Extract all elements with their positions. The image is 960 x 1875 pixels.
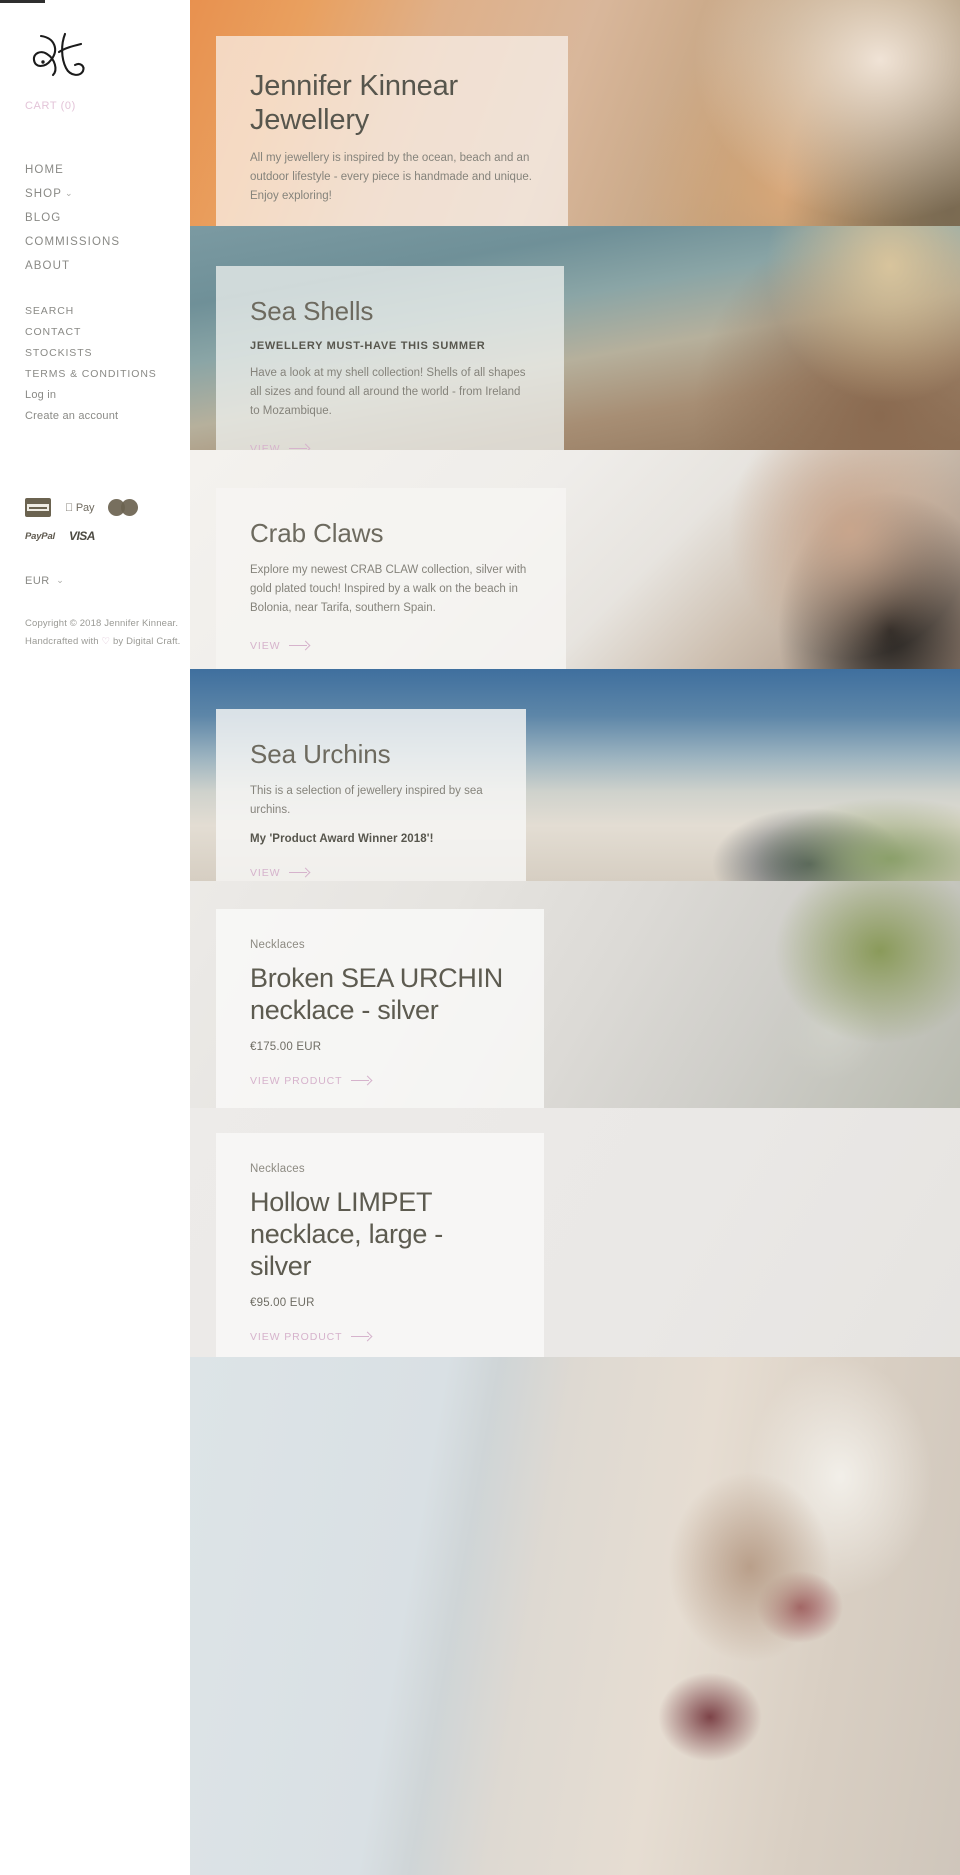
arrow-right-icon <box>289 641 309 650</box>
chevron-down-icon: ⌄ <box>65 188 74 198</box>
page-title: Jennifer Kinnear Jewellery <box>250 70 458 136</box>
primary-navigation: HOME SHOP ⌄ BLOG COMMISSIONS ABOUT <box>25 158 190 278</box>
secondary-navigation: SEARCH CONTACT STOCKISTS TERMS & CONDITI… <box>25 300 190 426</box>
copyright-line-1: Copyright © 2018 Jennifer Kinnear. <box>25 618 179 629</box>
chevron-down-icon: ⌄ <box>56 575 65 585</box>
page-root: CART (0) HOME SHOP ⌄ BLOG COMMISSIONS ABO… <box>0 0 960 1875</box>
product-2-card: Necklaces Hollow LIMPET necklace, large … <box>216 1133 544 1357</box>
currency-value: EUR <box>25 575 50 587</box>
paypal-icon: PayPal <box>25 527 55 545</box>
jennifer-kinnear-monogram-logo[interactable] <box>25 30 95 82</box>
sea-urchins-block[interactable]: Sea Urchins This is a selection of jewel… <box>190 669 960 881</box>
credit-suffix: by Digital Craft. <box>112 635 181 647</box>
sidebar-item-about[interactable]: ABOUT <box>25 254 190 278</box>
product-2-price: €95.00 EUR <box>250 1296 315 1309</box>
crab-claws-view-link[interactable]: VIEW <box>250 640 309 652</box>
mastercard-icon <box>108 498 139 517</box>
sea-urchins-view-link[interactable]: VIEW <box>250 867 309 879</box>
payment-methods:  Pay PayPal VISA <box>25 498 175 545</box>
sidebar-item-contact[interactable]: CONTACT <box>25 321 190 342</box>
product-1-view-link[interactable]: VIEW PRODUCT <box>250 1075 371 1087</box>
crab-claws-title: Crab Claws <box>250 518 384 548</box>
arrow-right-icon <box>351 1076 371 1085</box>
sidebar-item-home[interactable]: HOME <box>25 158 190 182</box>
product-2-view-link[interactable]: VIEW PRODUCT <box>250 1331 371 1343</box>
product-block-broken-sea-urchin[interactable]: Necklaces Broken SEA URCHIN necklace - s… <box>190 881 960 1108</box>
product-2-title: Hollow LIMPET necklace, large - silver <box>250 1187 443 1281</box>
arrow-right-icon <box>289 868 309 877</box>
sea-urchins-card: Sea Urchins This is a selection of jewel… <box>216 709 526 881</box>
product-1-title: Broken SEA URCHIN necklace - silver <box>250 963 503 1025</box>
sidebar-item-create-account[interactable]: Create an account <box>25 405 190 426</box>
product-1-price: €175.00 EUR <box>250 1040 322 1053</box>
sidebar-item-terms[interactable]: TERMS & CONDITIONS <box>25 363 190 384</box>
hero-description: All my jewellery is inspired by the ocea… <box>250 152 532 203</box>
crab-claws-description: Explore my newest CRAB CLAW collection, … <box>250 563 527 614</box>
sea-shells-title: Sea Shells <box>250 296 374 326</box>
currency-selector[interactable]: EUR ⌄ <box>25 575 64 587</box>
sidebar-item-commissions[interactable]: COMMISSIONS <box>25 230 190 254</box>
sidebar-item-blog[interactable]: BLOG <box>25 206 190 230</box>
crab-claws-card: Crab Claws Explore my newest CRAB CLAW c… <box>216 488 566 669</box>
sea-shells-card: Sea Shells JEWELLERY MUST-HAVE THIS SUMM… <box>216 266 564 450</box>
sea-shells-view-link[interactable]: VIEW <box>250 443 309 450</box>
product-2-category: Necklaces <box>250 1163 305 1175</box>
copyright: Copyright © 2018 Jennifer Kinnear. Handc… <box>25 615 190 650</box>
sea-urchins-description: This is a selection of jewellery inspire… <box>250 784 483 816</box>
cta-label: VIEW PRODUCT <box>250 1330 343 1343</box>
product-1-card: Necklaces Broken SEA URCHIN necklace - s… <box>216 909 544 1108</box>
cart-link[interactable]: CART (0) <box>25 100 190 112</box>
cta-label: VIEW <box>250 639 281 652</box>
heart-icon: ♡ <box>101 635 111 647</box>
hero-card: Jennifer Kinnear Jewellery All my jewell… <box>216 36 568 226</box>
sidebar-item-stockists[interactable]: STOCKISTS <box>25 342 190 363</box>
sidebar-item-shop[interactable]: SHOP ⌄ <box>25 182 190 206</box>
copyright-line-2: Handcrafted with ♡ by Digital Craft. <box>25 633 190 651</box>
american-express-icon <box>25 498 51 517</box>
sea-shells-kicker: JEWELLERY MUST-HAVE THIS SUMMER <box>250 339 486 352</box>
cta-label: VIEW <box>250 442 281 450</box>
nav-label: COMMISSIONS <box>25 236 121 248</box>
sea-urchins-award-note: My 'Product Award Winner 2018'! <box>250 832 434 845</box>
sidebar-item-login[interactable]: Log in <box>25 384 190 405</box>
next-product-background-image <box>190 1357 960 1875</box>
nav-label: HOME <box>25 164 64 176</box>
arrow-right-icon <box>351 1332 371 1341</box>
product-1-category: Necklaces <box>250 939 305 951</box>
crab-claws-block[interactable]: Crab Claws Explore my newest CRAB CLAW c… <box>190 450 960 669</box>
sidebar-item-search[interactable]: SEARCH <box>25 300 190 321</box>
sea-urchins-title: Sea Urchins <box>250 739 391 769</box>
sea-shells-description: Have a look at my shell collection! Shel… <box>250 366 526 417</box>
sidebar: CART (0) HOME SHOP ⌄ BLOG COMMISSIONS ABO… <box>0 0 190 1875</box>
nav-label: SHOP <box>25 188 62 200</box>
visa-icon: VISA <box>69 527 96 545</box>
sea-shells-block[interactable]: Sea Shells JEWELLERY MUST-HAVE THIS SUMM… <box>190 226 960 450</box>
top-bar-marker <box>0 0 45 3</box>
product-block-hollow-limpet[interactable]: Necklaces Hollow LIMPET necklace, large … <box>190 1108 960 1357</box>
nav-label: BLOG <box>25 212 62 224</box>
apple-pay-icon:  Pay <box>65 501 94 514</box>
nav-label: ABOUT <box>25 260 71 272</box>
main-content: Jennifer Kinnear Jewellery All my jewell… <box>190 0 960 1875</box>
credit-prefix: Handcrafted with <box>25 635 99 647</box>
hero-block[interactable]: Jennifer Kinnear Jewellery All my jewell… <box>190 0 960 226</box>
next-product-image-block[interactable] <box>190 1357 960 1875</box>
cta-label: VIEW PRODUCT <box>250 1074 343 1087</box>
cta-label: VIEW <box>250 866 281 879</box>
